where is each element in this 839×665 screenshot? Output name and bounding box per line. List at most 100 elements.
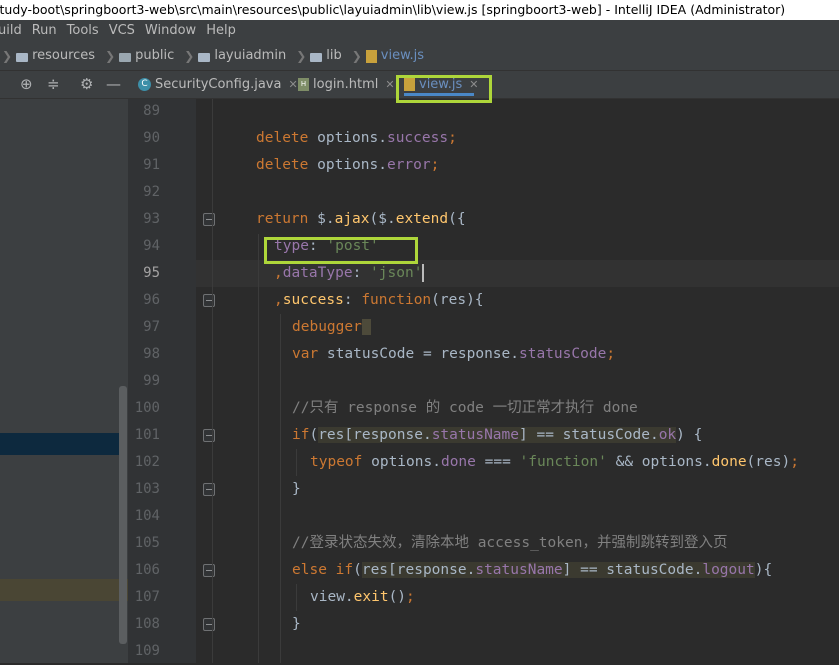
- code-line-108[interactable]: }: [292, 611, 301, 638]
- indent-guide: [258, 234, 259, 663]
- code-token: ajax: [334, 211, 370, 227]
- code-line-101[interactable]: if(res[response.statusName] == statusCod…: [292, 422, 702, 449]
- code-token: delete: [256, 157, 309, 173]
- code-line-105[interactable]: //登录状态失效，清除本地 access_token，并强制跳转到登入页: [292, 530, 727, 557]
- js-file-icon: [365, 49, 377, 63]
- code-token: 'function': [519, 454, 607, 470]
- gear-icon[interactable]: ⚙: [80, 76, 93, 92]
- fold-marker[interactable]: [203, 483, 215, 496]
- tab-login-html[interactable]: H login.html ✕: [298, 71, 395, 98]
- code-line-103[interactable]: }: [292, 476, 301, 503]
- code-token: ,: [274, 265, 283, 281]
- project-panel-toolbar: ⊕ ≑ ⚙ —: [0, 71, 128, 99]
- window-title: study-boot\springboort3-web\src\main\res…: [0, 2, 786, 17]
- code-token: debugger: [292, 319, 362, 335]
- html-file-icon: H: [298, 78, 309, 91]
- breadcrumb-item-lib[interactable]: ❯ lib: [290, 42, 342, 70]
- code-token: ;: [448, 130, 457, 146]
- code-token: 'json': [370, 265, 423, 281]
- code-line-98[interactable]: var statusCode = response.statusCode;: [292, 341, 615, 368]
- hide-icon[interactable]: —: [106, 76, 121, 92]
- line-number: 90: [143, 130, 160, 146]
- code-line-96[interactable]: ,success: function(res){: [274, 287, 484, 314]
- tree-selected-row[interactable]: [0, 433, 120, 455]
- code-token: ok: [658, 427, 677, 443]
- line-number: 92: [143, 184, 160, 200]
- code-token: statusCode: [519, 346, 607, 362]
- line-number: 99: [143, 373, 160, 389]
- code-token: success: [386, 130, 449, 146]
- line-number: 109: [134, 643, 160, 659]
- code-token: if: [292, 427, 310, 443]
- code-token: ;: [790, 454, 799, 470]
- folder-icon: [310, 52, 323, 62]
- close-icon[interactable]: ✕: [288, 71, 297, 98]
- menu-bar: uild Run Tools VCS Window Help: [0, 20, 839, 42]
- line-number: 106: [134, 562, 160, 578]
- code-line-95[interactable]: ,dataType: 'json': [274, 260, 425, 287]
- line-number: 103: [134, 481, 160, 497]
- fold-marker[interactable]: [203, 213, 215, 226]
- line-number: 104: [134, 508, 160, 524]
- breadcrumb-item-viewjs[interactable]: ❯ view.js: [346, 42, 424, 70]
- breadcrumb-item-resources[interactable]: ❯ resources: [0, 42, 95, 70]
- folder-icon: [198, 52, 211, 62]
- indent-guide: [212, 99, 213, 663]
- line-number: 98: [143, 346, 160, 362]
- code-line-102[interactable]: typeof options.done === 'function' && op…: [310, 449, 799, 476]
- locate-icon[interactable]: ⊕: [20, 76, 33, 92]
- tab-label: SecurityConfig.java: [155, 77, 282, 92]
- highlight-box-type-post: [264, 237, 418, 264]
- code-line-97[interactable]: debugger: [292, 314, 371, 341]
- line-number: 101: [134, 427, 160, 443]
- code-token: done: [711, 454, 747, 470]
- code-token: [361, 319, 371, 335]
- code-line-90[interactable]: delete options.success;: [256, 125, 457, 152]
- menu-vcs[interactable]: VCS: [109, 20, 135, 42]
- chevron-right-icon: ❯: [296, 49, 307, 63]
- tree-highlighted-row[interactable]: [0, 579, 128, 601]
- code-token: exit: [353, 589, 389, 605]
- breadcrumb-item-public[interactable]: ❯ public: [99, 42, 174, 70]
- menu-build[interactable]: uild: [0, 20, 22, 42]
- line-number: 96: [143, 292, 160, 308]
- tab-securityconfig[interactable]: C SecurityConfig.java ✕: [138, 71, 298, 98]
- code-line-100[interactable]: //只有 response 的 code 一切正常才执行 done: [292, 395, 638, 422]
- line-number: 94: [143, 238, 160, 254]
- code-token: extend: [395, 211, 449, 227]
- code-line-91[interactable]: delete options.error;: [256, 152, 439, 179]
- window-title-bar: study-boot\springboort3-web\src\main\res…: [0, 0, 839, 20]
- menu-run[interactable]: Run: [32, 20, 57, 42]
- code-line-93[interactable]: return $.ajax($.extend({: [256, 206, 466, 233]
- code-token: res[response.statusName] == statusCode.o…: [318, 427, 677, 443]
- text-caret: [422, 264, 425, 282]
- line-number: 100: [134, 400, 160, 416]
- menu-tools[interactable]: Tools: [67, 20, 99, 42]
- close-icon[interactable]: ✕: [385, 71, 394, 98]
- code-token: res[response.statusName] == statusCode.l…: [361, 562, 755, 578]
- line-number: 105: [134, 535, 160, 551]
- line-number: 97: [143, 319, 160, 335]
- code-line-107[interactable]: view.exit();: [310, 584, 415, 611]
- code-token: function: [361, 292, 432, 308]
- line-number-current: 95: [143, 265, 160, 281]
- code-token: var: [292, 346, 319, 362]
- fold-marker[interactable]: [203, 564, 215, 577]
- code-token: statusName: [431, 427, 520, 443]
- highlight-box-tab: [396, 75, 492, 103]
- chevron-right-icon: ❯: [105, 49, 116, 63]
- code-token: done: [440, 454, 476, 470]
- fold-marker[interactable]: [203, 618, 215, 631]
- collapse-all-icon[interactable]: ≑: [47, 76, 60, 92]
- fold-marker[interactable]: [203, 294, 215, 307]
- code-line-106[interactable]: else if(res[response.statusName] == stat…: [292, 557, 772, 584]
- line-number: 108: [134, 616, 160, 632]
- menu-help[interactable]: Help: [206, 20, 236, 42]
- breadcrumb-item-layuiadmin[interactable]: ❯ layuiadmin: [178, 42, 286, 70]
- code-token: delete: [256, 130, 309, 146]
- menu-window[interactable]: Window: [145, 20, 196, 42]
- project-panel-scrollbar[interactable]: [119, 386, 127, 644]
- code-token: return: [256, 211, 309, 227]
- fold-marker[interactable]: [203, 429, 215, 442]
- code-token: error: [386, 157, 431, 173]
